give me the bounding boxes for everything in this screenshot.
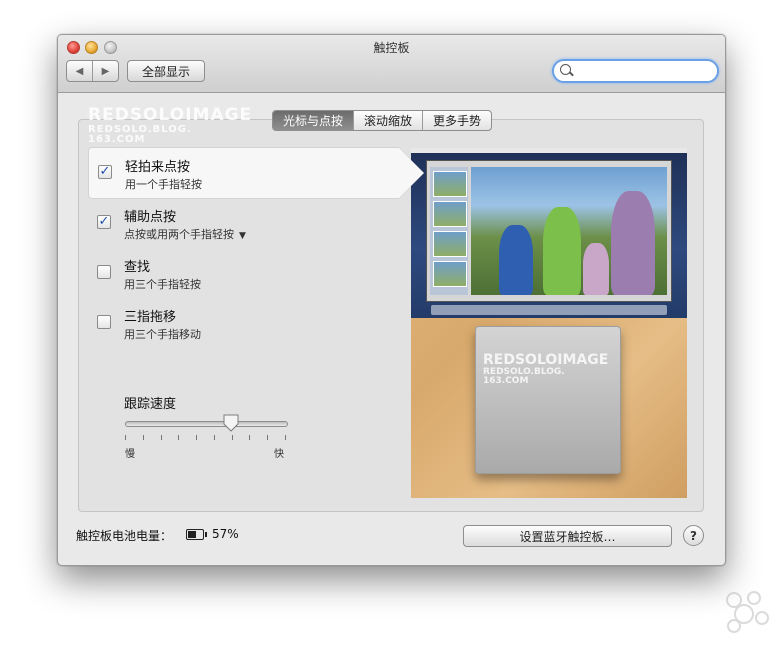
help-button[interactable]: ? — [683, 525, 704, 546]
option-tap-to-click[interactable]: ✓ 轻拍来点按 用一个手指轻按 — [88, 147, 425, 199]
option-subtitle: 用三个手指轻按 — [124, 278, 201, 291]
tab-scroll-zoom[interactable]: 滚动缩放 — [354, 111, 424, 130]
trackpad-preview-image: REDSOLOIMAGE REDSOLO.BLOG. 163.COM — [411, 148, 687, 498]
slider-max-label: 快 — [274, 449, 284, 460]
search-icon — [560, 64, 571, 75]
slider-tick — [196, 435, 197, 440]
watermark-line-1: REDSOLOIMAGE — [483, 352, 609, 368]
title-bar: 触控板 ◀ ▶ 全部显示 — [58, 35, 725, 93]
trackpad-watermark: REDSOLOIMAGE REDSOLO.BLOG. 163.COM — [483, 352, 608, 386]
slider-tick — [249, 435, 250, 440]
forward-button[interactable]: ▶ — [93, 61, 118, 81]
slider-tick — [178, 435, 179, 440]
battery-icon — [186, 529, 207, 540]
option-subtitle-text: 点按或用两个手指轻按 — [124, 228, 234, 241]
back-button[interactable]: ◀ — [67, 61, 93, 81]
preview-family-photo — [471, 167, 667, 295]
option-subtitle: 用三个手指移动 — [124, 328, 201, 341]
slider-tick — [125, 435, 126, 440]
preferences-window: 触控板 ◀ ▶ 全部显示 光标与点按 滚动缩放 更多手势 REDSOLOIMAG… — [57, 34, 726, 566]
slider-tick — [232, 435, 233, 440]
checkbox-look-up[interactable] — [97, 265, 111, 279]
search-field[interactable] — [552, 59, 719, 83]
corner-logo-icon — [726, 591, 769, 633]
person-figure — [583, 243, 609, 295]
option-title: 三指拖移 — [124, 310, 177, 325]
battery-label: 触控板电池电量： — [76, 529, 173, 543]
person-figure — [611, 191, 655, 295]
slider-tick — [267, 435, 268, 440]
preview-menubar — [411, 148, 687, 153]
slider-min-label: 慢 — [125, 449, 135, 460]
preview-thumbnails — [430, 167, 468, 295]
option-three-finger-drag[interactable]: 三指拖移 用三个手指移动 — [88, 298, 398, 348]
slider-tick — [214, 435, 215, 440]
tab-more-gestures[interactable]: 更多手势 — [423, 111, 491, 130]
slider-tick — [143, 435, 144, 440]
slider-tick — [285, 435, 286, 440]
thumbnail — [433, 171, 467, 197]
watermark-line-3: 163.COM — [483, 376, 529, 386]
checkbox-secondary-click[interactable]: ✓ — [97, 215, 111, 229]
slider-tick — [161, 435, 162, 440]
preview-dock — [431, 305, 667, 315]
setup-bluetooth-trackpad-button[interactable]: 设置蓝牙触控板… — [463, 525, 672, 547]
option-look-up[interactable]: 查找 用三个手指轻按 — [88, 248, 398, 298]
thumbnail — [433, 231, 467, 257]
option-secondary-click[interactable]: ✓ 辅助点按 点按或用两个手指轻按 ▼ — [88, 198, 398, 248]
option-title: 辅助点按 — [124, 210, 177, 225]
checkbox-three-finger-drag[interactable] — [97, 315, 111, 329]
tab-bar: 光标与点按 滚动缩放 更多手势 — [272, 110, 493, 131]
preview-app-window — [426, 160, 672, 302]
option-subtitle: 用一个手指轻按 — [125, 178, 202, 191]
window-title: 触控板 — [373, 41, 410, 55]
person-figure — [499, 225, 533, 295]
slider-ticks — [125, 435, 286, 441]
thumbnail — [433, 201, 467, 227]
back-forward-control: ◀ ▶ — [66, 60, 119, 82]
show-all-button[interactable]: 全部显示 — [127, 60, 205, 82]
tracking-speed-label: 跟踪速度 — [124, 397, 177, 412]
option-title: 轻拍来点按 — [125, 160, 191, 175]
tab-point-click[interactable]: 光标与点按 — [273, 111, 355, 130]
magic-trackpad: REDSOLOIMAGE REDSOLO.BLOG. 163.COM — [475, 326, 621, 474]
option-subtitle: 点按或用两个手指轻按 ▼ — [124, 226, 246, 242]
battery-percent: 57% — [212, 527, 239, 541]
option-title: 查找 — [124, 260, 151, 275]
person-figure — [543, 207, 581, 295]
chevron-down-icon[interactable]: ▼ — [239, 231, 246, 241]
tracking-speed-slider[interactable] — [125, 421, 288, 427]
thumbnail — [433, 261, 467, 287]
slider-knob-icon[interactable] — [223, 414, 239, 432]
checkbox-tap-to-click[interactable]: ✓ — [98, 165, 112, 179]
preview-screen — [411, 148, 687, 318]
